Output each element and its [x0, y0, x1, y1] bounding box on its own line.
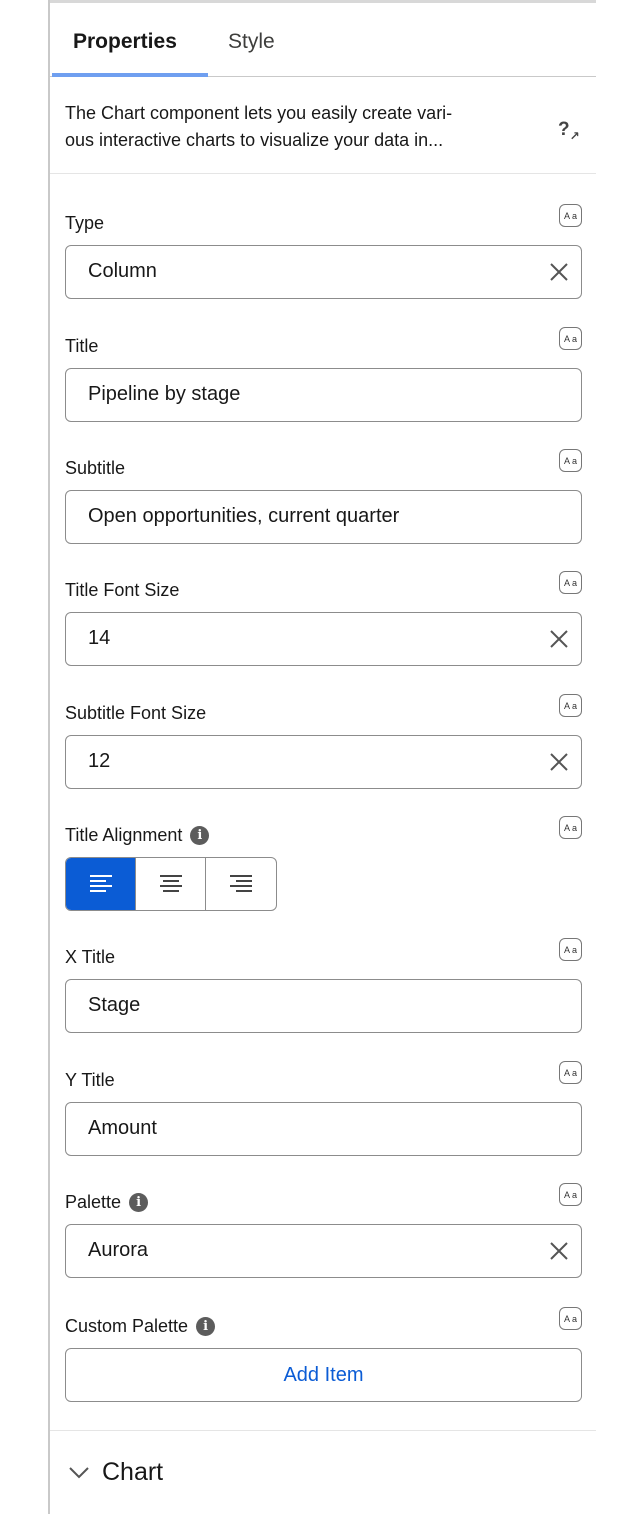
title-font-size-select[interactable]: 14 — [65, 612, 582, 666]
x-title-input[interactable]: Stage — [65, 979, 582, 1033]
title-font-size-value: 14 — [88, 627, 111, 649]
formula-toggle-icon[interactable]: A a — [559, 1307, 582, 1330]
x-title-label: X Title — [65, 947, 116, 967]
title-input[interactable]: Pipeline by stage — [65, 368, 582, 422]
y-title-input[interactable]: Amount — [65, 1102, 582, 1156]
palette-label: Palette i — [65, 1192, 149, 1213]
palette-select[interactable]: Aurora — [65, 1224, 582, 1278]
title-font-size-label: Title Font Size — [65, 580, 180, 600]
clear-icon[interactable] — [547, 1239, 571, 1263]
info-icon[interactable]: i — [129, 1193, 149, 1212]
subtitle-input[interactable]: Open opportunities, current quarter — [65, 490, 582, 544]
align-right-button[interactable] — [206, 858, 276, 910]
palette-value: Aurora — [88, 1239, 149, 1261]
title-value: Pipeline by stage — [88, 383, 241, 405]
custom-palette-label: Custom Palette i — [65, 1316, 216, 1337]
align-left-button[interactable] — [66, 858, 136, 910]
subtitle-label: Subtitle — [65, 458, 126, 478]
description-line-2: ous interactive charts to visualize your… — [65, 130, 444, 150]
tab-style[interactable]: Style — [228, 30, 275, 54]
type-label: Type — [65, 213, 105, 233]
clear-icon[interactable] — [547, 750, 571, 774]
subtitle-font-size-select[interactable]: 12 — [65, 735, 582, 789]
formula-toggle-icon[interactable]: A a — [559, 1183, 582, 1206]
y-title-label: Y Title — [65, 1070, 115, 1090]
align-center-button[interactable] — [136, 858, 206, 910]
subtitle-font-size-label: Subtitle Font Size — [65, 703, 207, 723]
formula-toggle-icon[interactable]: A a — [559, 694, 582, 717]
align-left-icon — [89, 875, 112, 892]
formula-toggle-icon[interactable]: A a — [559, 816, 582, 839]
formula-toggle-icon[interactable]: A a — [559, 938, 582, 961]
formula-toggle-icon[interactable]: A a — [559, 204, 582, 227]
chevron-down-icon — [69, 1466, 89, 1478]
tab-properties[interactable]: Properties — [73, 30, 177, 54]
subtitle-font-size-value: 12 — [88, 750, 111, 772]
info-icon[interactable]: i — [190, 826, 210, 845]
description-line-1: The Chart component lets you easily crea… — [65, 103, 453, 123]
properties-panel: Properties Style The Chart component let… — [50, 3, 596, 174]
tab-bar: Properties Style — [50, 3, 596, 77]
subtitle-value: Open opportunities, current quarter — [88, 505, 400, 527]
align-center-icon — [159, 875, 182, 892]
help-external-icon[interactable]: ?↗ — [558, 119, 580, 143]
component-description: The Chart component lets you easily crea… — [50, 77, 596, 174]
title-label: Title — [65, 336, 99, 356]
x-title-value: Stage — [88, 994, 141, 1016]
align-right-icon — [230, 875, 252, 892]
chart-section-header[interactable]: Chart — [68, 1458, 163, 1487]
formula-toggle-icon[interactable]: A a — [559, 327, 582, 350]
description-text: The Chart component lets you easily crea… — [65, 100, 535, 154]
section-label: Chart — [102, 1458, 164, 1486]
info-icon[interactable]: i — [196, 1317, 216, 1336]
clear-icon[interactable] — [547, 627, 571, 651]
title-alignment-label: Title Alignment i — [65, 825, 210, 846]
y-title-value: Amount — [88, 1117, 157, 1139]
formula-toggle-icon[interactable]: A a — [559, 449, 582, 472]
type-select[interactable]: Column — [65, 245, 582, 299]
section-divider — [50, 1430, 596, 1431]
formula-toggle-icon[interactable]: A a — [559, 571, 582, 594]
formula-toggle-icon[interactable]: A a — [559, 1061, 582, 1084]
alignment-button-group — [65, 857, 277, 911]
add-item-button[interactable]: Add Item — [65, 1348, 582, 1402]
clear-icon[interactable] — [547, 260, 571, 284]
type-value: Column — [88, 260, 157, 282]
panel-left-border — [48, 0, 50, 1514]
